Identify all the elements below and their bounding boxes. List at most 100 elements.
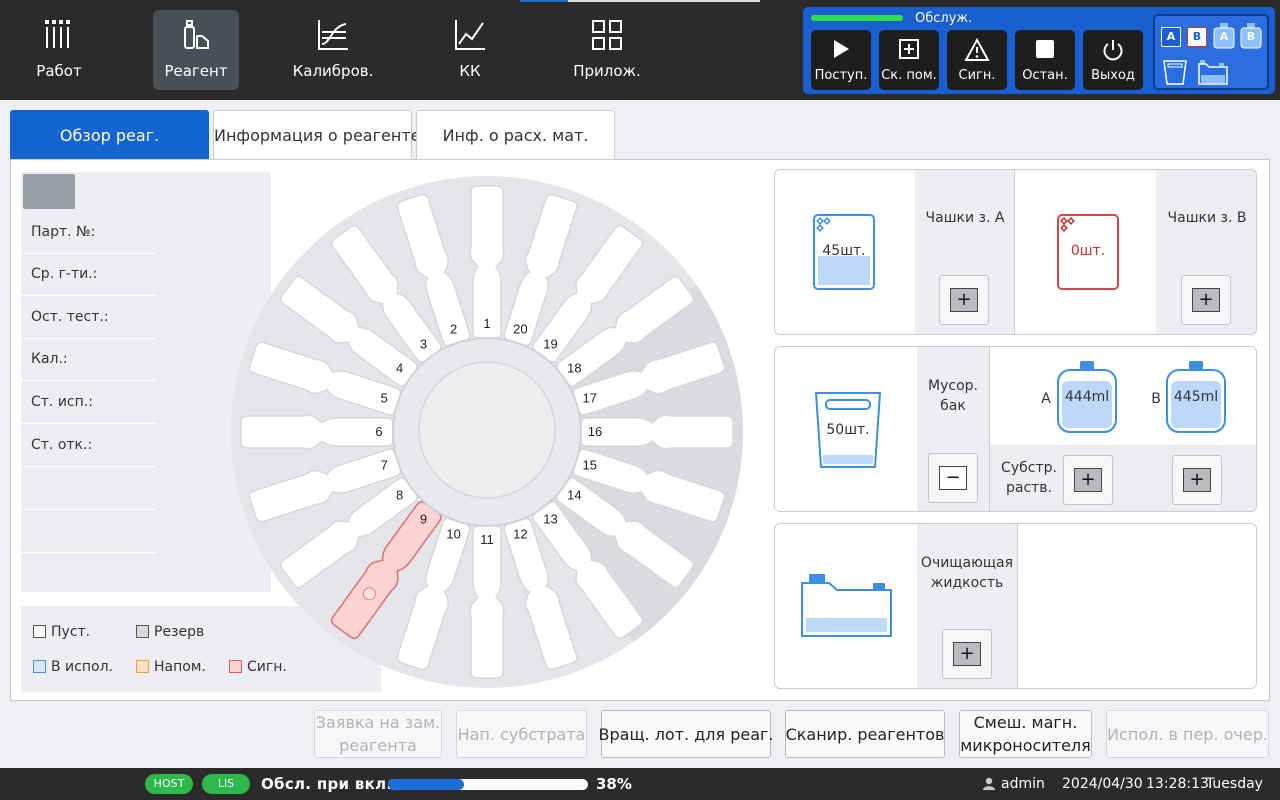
nav-work-label: Работ xyxy=(36,62,82,80)
cups-divider xyxy=(1014,170,1015,334)
scan-reagents-button[interactable]: Сканир. реагентов xyxy=(785,710,945,758)
legend-reserve-label: Резерв xyxy=(154,624,205,640)
reagent-slot[interactable] xyxy=(580,414,734,450)
service-indicator xyxy=(811,15,903,21)
slot-number: 8 xyxy=(396,487,403,502)
substrate-label-line2: раств. xyxy=(1005,480,1053,496)
slot-number: 14 xyxy=(567,487,581,502)
alarm-slot-marker xyxy=(362,587,376,601)
run-button[interactable]: Поступ. xyxy=(811,30,871,90)
top-accent-line xyxy=(520,0,760,2)
calibration-row: Кал.: xyxy=(21,339,156,381)
nav-apps-label: Прилож. xyxy=(573,62,641,80)
cups-a-add-button[interactable]: + xyxy=(939,275,989,325)
wash-label-line1: Очищающая xyxy=(920,555,1014,571)
slot-number: 12 xyxy=(513,527,527,542)
exit-button[interactable]: Выход xyxy=(1083,30,1143,90)
reagent-slot[interactable] xyxy=(469,525,505,679)
legend-remind-label: Напом. xyxy=(154,659,206,675)
selected-position-header xyxy=(23,174,75,209)
waste-label-line1: Мусор. xyxy=(928,378,978,394)
slot-number: 7 xyxy=(381,457,388,472)
substrate-remind-button[interactable]: Нап. субстрата xyxy=(456,710,587,758)
apps-grid-icon xyxy=(592,20,622,50)
mix-magnetic-beads-button[interactable]: Смеш. магн. микроносителя xyxy=(959,710,1092,758)
cups-b-add-icon: + xyxy=(1192,288,1220,312)
remaining-tests-label: Ост. тест.: xyxy=(31,309,109,325)
open-status-label: Ст. отк.: xyxy=(31,437,93,453)
substrate-remind-label: Нап. субстрата xyxy=(457,724,586,744)
slot-number: 20 xyxy=(513,321,527,336)
reagent-slot[interactable] xyxy=(240,414,394,450)
nav-calibration[interactable]: Калибров. xyxy=(290,10,376,90)
cups-b-add-button[interactable]: + xyxy=(1181,275,1231,325)
mix-magnetic-beads-line1: Смеш. магн. xyxy=(973,713,1078,732)
cups-b-count: 0шт. xyxy=(1070,243,1106,259)
tab-reagent-info[interactable]: Информация о реагенте xyxy=(213,110,420,160)
substrate-b-add-icon: + xyxy=(1183,468,1211,492)
expiry-label: Ср. г-ти.: xyxy=(31,266,98,282)
mini-substrate-b-label: B xyxy=(1246,30,1256,43)
substrate-b-volume: 445ml xyxy=(1173,389,1219,405)
control-panel: Обслуж. Поступ. Ск. пом. Сигн. Остан. Вы… xyxy=(803,7,1275,94)
nav-qc[interactable]: КК xyxy=(427,10,513,90)
reagent-carousel[interactable]: 12345678910 11 121314151617181920 xyxy=(229,172,749,692)
host-status-badge: HOST xyxy=(145,774,193,794)
substrate-b-label: B xyxy=(1151,391,1161,407)
wash-add-button[interactable]: + xyxy=(942,629,992,679)
slot-number: 2 xyxy=(450,321,457,336)
substrate-a-label: A xyxy=(1041,391,1051,407)
waste-label-line2: бак xyxy=(940,398,966,414)
scan-reagents-label: Сканир. реагентов xyxy=(785,724,945,744)
cups-panel: 45шт. Чашки з. А + 0шт. Чашки з. B + xyxy=(774,169,1257,335)
waste-empty-button[interactable]: − xyxy=(928,453,978,503)
consumable-mini-status[interactable]: A B A B xyxy=(1153,14,1269,90)
wash-liquid-container-icon xyxy=(801,574,892,637)
slot-number: 16 xyxy=(588,424,602,439)
waste-substrate-panel: 50шт. Мусор. бак − A 444ml B 445ml Субст… xyxy=(774,346,1257,512)
slot-number: 3 xyxy=(420,337,427,352)
status-bar: HOST LIS Обсл. при вкл. 38% admin 2024/0… xyxy=(0,768,1280,800)
current-user[interactable]: admin xyxy=(1001,776,1045,792)
cups-b-label: Чашки з. B xyxy=(1167,210,1247,226)
user-icon xyxy=(983,777,995,790)
cups-a-add-icon: + xyxy=(950,288,978,312)
open-status-row: Ст. отк.: xyxy=(21,425,156,467)
carousel-hub-center xyxy=(418,361,556,499)
substrate-b-add-button[interactable]: + xyxy=(1172,455,1222,505)
slot-number: 4 xyxy=(396,361,403,376)
calibration-label: Кал.: xyxy=(31,351,68,367)
wash-liquid-panel: Очищающая жидкость + xyxy=(774,523,1257,689)
maintenance-progress-fill xyxy=(388,779,464,790)
stop-button[interactable]: Остан. xyxy=(1015,30,1075,90)
substrate-a-volume: 444ml xyxy=(1064,389,1110,405)
usage-status-row: Ст. исп.: xyxy=(21,382,156,424)
nav-reagent[interactable]: Реагент xyxy=(153,10,239,90)
calibration-curve-icon xyxy=(318,20,348,50)
substrate-a-add-button[interactable]: + xyxy=(1063,455,1113,505)
use-first-in-queue-button[interactable]: Испол. в пер. очер. xyxy=(1106,710,1269,758)
alarm-button[interactable]: Сигн. xyxy=(947,30,1007,90)
expiry-row: Ср. г-ти.: xyxy=(21,254,156,296)
slot-number: 13 xyxy=(543,511,557,526)
slot-number: 18 xyxy=(567,361,581,376)
slot-number: 19 xyxy=(543,337,557,352)
nav-work[interactable]: Работ xyxy=(16,10,102,90)
legend-remind: Напом. xyxy=(136,659,206,675)
tab-consumable-info[interactable]: Инф. о расх. мат. xyxy=(416,110,615,160)
reagent-replace-request-button[interactable]: Заявка на зам. реагента xyxy=(314,710,442,758)
usage-status-label: Ст. исп.: xyxy=(31,394,93,410)
slot-number: 5 xyxy=(381,391,388,406)
mini-substrate-a-label: A xyxy=(1219,30,1229,43)
tab-reagent-overview[interactable]: Обзор реаг. xyxy=(10,110,209,160)
emergency-plus-icon xyxy=(899,39,919,59)
status-time: 13:28:13 xyxy=(1146,776,1209,792)
rotate-reagent-tray-button[interactable]: Вращ. лот. для реаг. xyxy=(599,710,774,758)
lot-number-row: Парт. №: xyxy=(21,212,156,254)
stat-button[interactable]: Ск. пом. xyxy=(879,30,939,90)
info-row-empty-1 xyxy=(21,468,156,510)
substrate-label-line1: Субстр. xyxy=(1001,460,1057,476)
nav-apps[interactable]: Прилож. xyxy=(564,10,650,90)
cups-a-count: 45шт. xyxy=(822,243,866,259)
lis-status-badge: LIS xyxy=(202,774,250,794)
